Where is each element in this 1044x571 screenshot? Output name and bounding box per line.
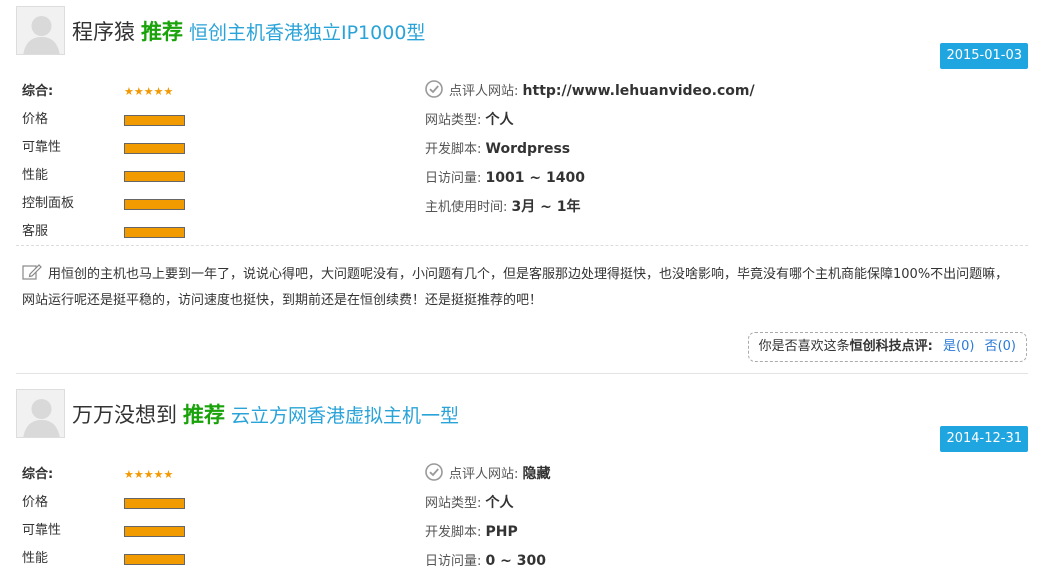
rating-label: 客服 — [22, 224, 49, 239]
rating-bar — [124, 227, 185, 238]
rating-performance: 性能 — [22, 162, 422, 190]
review-title: 万万没想到 推荐 云立方网香港虚拟主机一型 — [72, 398, 459, 432]
reviewer-name: 程序猿 — [72, 20, 135, 44]
divider — [16, 245, 1028, 246]
ratings-list: 综合: ★★★★★ 价格 可靠性 性能 控制面板 客服 — [22, 78, 422, 246]
meta-site-type: 网站类型: 个人 — [425, 489, 1025, 518]
rating-label: 控制面板 — [22, 196, 75, 211]
meta-daily-visits: 日访问量: 1001 ~ 1400 — [425, 164, 1025, 193]
comment-text: 用恒创的主机也马上要到一年了，说说心得吧，大问题呢没有，小问题有几个，但是客服那… — [22, 267, 1009, 308]
meta-value: 3月 ~ 1年 — [511, 199, 581, 215]
review-title: 程序猿 推荐 恒创主机香港独立IP1000型 — [72, 15, 425, 49]
review-separator — [16, 373, 1028, 374]
reviewer-name: 万万没想到 — [72, 403, 177, 427]
like-no-button[interactable]: 否(0) — [985, 339, 1016, 354]
rating-overall: 综合: ★★★★★ — [22, 461, 422, 489]
meta-value: Wordpress — [485, 141, 571, 157]
rating-bar — [124, 554, 185, 565]
meta-value: 1001 ~ 1400 — [485, 170, 585, 186]
rating-label: 可靠性 — [22, 523, 62, 538]
rating-label: 可靠性 — [22, 140, 62, 155]
like-question: 你是否喜欢这条 — [758, 339, 850, 354]
meta-value: 个人 — [485, 495, 514, 511]
rating-support: 客服 — [22, 218, 422, 246]
ratings-list: 综合: ★★★★★ 价格 可靠性 性能 — [22, 461, 422, 571]
rating-bar — [124, 526, 185, 537]
like-brand: 恒创科技点评: — [849, 339, 933, 354]
meta-label: 开发脚本: — [425, 142, 482, 157]
meta-usage-time: 主机使用时间: 3月 ~ 1年 — [425, 193, 1025, 222]
rating-bar — [124, 143, 185, 154]
like-prompt: 你是否喜欢这条恒创科技点评: 是(0) 否(0) — [747, 332, 1027, 362]
meta-website: 点评人网站: 隐藏 — [425, 460, 1025, 489]
rating-bar — [124, 115, 185, 126]
review-comment: 用恒创的主机也马上要到一年了，说说心得吧，大问题呢没有，小问题有几个，但是客服那… — [22, 262, 1017, 314]
star-rating-icon: ★★★★★ — [124, 85, 174, 98]
rating-label: 价格 — [22, 495, 49, 510]
recommend-badge: 推荐 — [141, 20, 183, 44]
check-circle-icon — [425, 80, 443, 98]
meta-value: 0 ~ 300 — [485, 553, 546, 569]
rating-label: 性能 — [22, 551, 49, 566]
rating-bar — [124, 199, 185, 210]
meta-label: 主机使用时间: — [425, 200, 508, 215]
reviewer-meta: 点评人网站: http://www.lehuanvideo.com/ 网站类型:… — [425, 77, 1025, 222]
meta-label: 网站类型: — [425, 113, 482, 128]
rating-price: 价格 — [22, 106, 422, 134]
rating-bar — [124, 498, 185, 509]
reviewer-website-link[interactable]: http://www.lehuanvideo.com/ — [523, 83, 755, 99]
meta-website: 点评人网站: http://www.lehuanvideo.com/ — [425, 77, 1025, 106]
edit-note-icon — [22, 264, 42, 280]
review-date: 2015-01-03 — [940, 43, 1028, 69]
rating-bar-fill — [125, 555, 184, 564]
rating-bar-fill — [125, 200, 184, 209]
rating-label: 综合: — [22, 84, 54, 99]
meta-script: 开发脚本: Wordpress — [425, 135, 1025, 164]
rating-bar-fill — [125, 527, 184, 536]
meta-label: 点评人网站: — [449, 84, 519, 99]
rating-bar-fill — [125, 116, 184, 125]
meta-value: PHP — [485, 524, 518, 540]
meta-label: 日访问量: — [425, 171, 482, 186]
user-silhouette-icon — [17, 7, 64, 54]
meta-label: 点评人网站: — [449, 467, 519, 482]
avatar[interactable] — [16, 389, 65, 438]
product-link[interactable]: 云立方网香港虚拟主机一型 — [231, 405, 459, 427]
meta-label: 日访问量: — [425, 554, 482, 569]
meta-value: 隐藏 — [522, 466, 551, 482]
meta-value: 个人 — [485, 112, 514, 128]
avatar[interactable] — [16, 6, 65, 55]
product-link[interactable]: 恒创主机香港独立IP1000型 — [189, 22, 425, 44]
rating-performance: 性能 — [22, 545, 422, 571]
rating-label: 性能 — [22, 168, 49, 183]
rating-label: 综合: — [22, 467, 54, 482]
recommend-badge: 推荐 — [183, 403, 225, 427]
meta-script: 开发脚本: PHP — [425, 518, 1025, 547]
like-yes-button[interactable]: 是(0) — [943, 339, 974, 354]
rating-reliability: 可靠性 — [22, 134, 422, 162]
rating-bar-fill — [125, 144, 184, 153]
meta-label: 开发脚本: — [425, 525, 482, 540]
review-date: 2014-12-31 — [940, 426, 1028, 452]
star-rating-icon: ★★★★★ — [124, 468, 174, 481]
rating-price: 价格 — [22, 489, 422, 517]
meta-site-type: 网站类型: 个人 — [425, 106, 1025, 135]
rating-bar-fill — [125, 499, 184, 508]
user-silhouette-icon — [17, 390, 64, 437]
check-circle-icon — [425, 463, 443, 481]
meta-label: 网站类型: — [425, 496, 482, 511]
reviewer-meta: 点评人网站: 隐藏 网站类型: 个人 开发脚本: PHP 日访问量: 0 ~ 3… — [425, 460, 1025, 571]
rating-control-panel: 控制面板 — [22, 190, 422, 218]
rating-overall: 综合: ★★★★★ — [22, 78, 422, 106]
rating-label: 价格 — [22, 112, 49, 127]
meta-daily-visits: 日访问量: 0 ~ 300 — [425, 547, 1025, 571]
rating-bar — [124, 171, 185, 182]
rating-bar-fill — [125, 228, 184, 237]
rating-bar-fill — [125, 172, 184, 181]
rating-reliability: 可靠性 — [22, 517, 422, 545]
